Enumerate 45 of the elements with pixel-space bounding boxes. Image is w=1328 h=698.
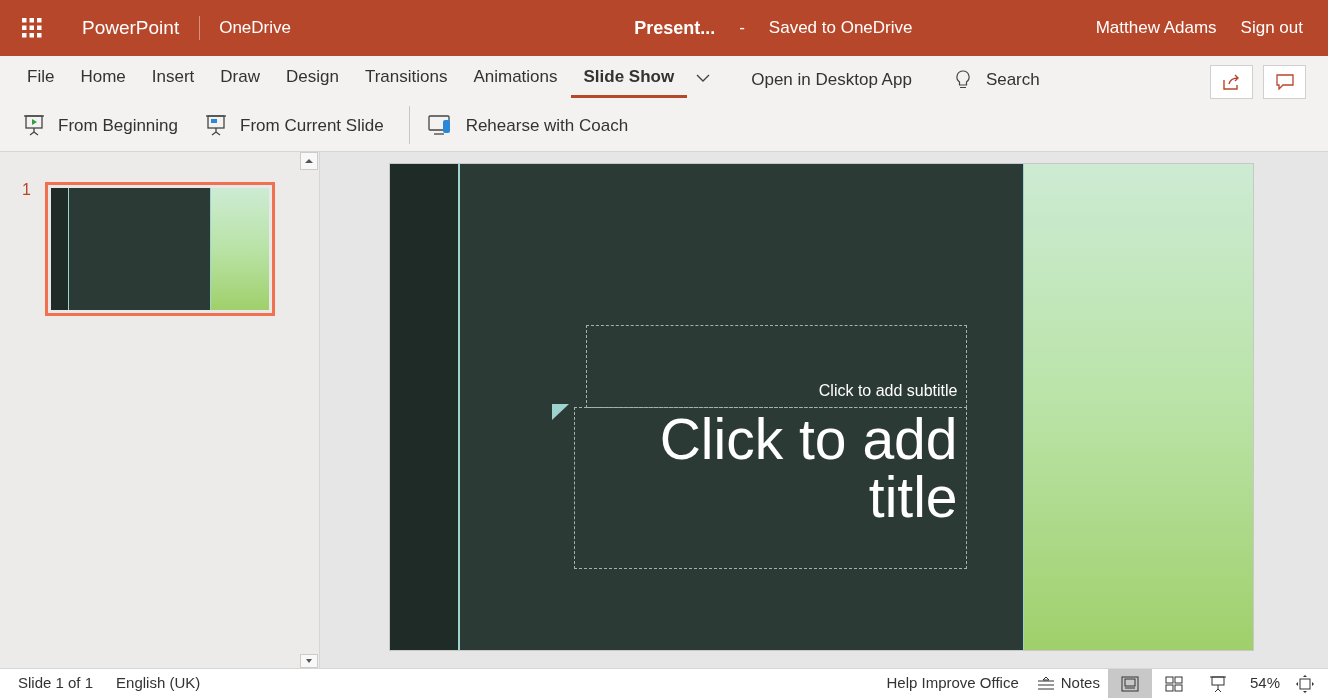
chevron-down-icon[interactable]: [695, 72, 712, 83]
ribbon-tab[interactable]: Draw: [207, 57, 273, 98]
language-button[interactable]: English (UK): [116, 672, 201, 695]
ribbon-tab[interactable]: Animations: [460, 57, 571, 98]
share-button[interactable]: [1210, 64, 1253, 99]
slide-thumbnail[interactable]: [44, 182, 275, 316]
ribbon-tab[interactable]: Slide Show: [570, 57, 688, 98]
app-name[interactable]: PowerPoint: [82, 16, 201, 40]
comment-icon: [1275, 73, 1294, 90]
title-separator: -: [739, 17, 745, 40]
scroll-up-icon[interactable]: [300, 152, 318, 170]
ribbon-command-button[interactable]: Rehearse with Coach: [418, 105, 638, 146]
presenter-icon: [1208, 674, 1227, 693]
document-title[interactable]: Present...: [634, 14, 716, 42]
view-button[interactable]: [1107, 669, 1152, 698]
open-desktop-app-button[interactable]: Open in Desktop App: [751, 67, 912, 93]
scroll-down-icon[interactable]: [300, 654, 318, 668]
slide-number: 1: [22, 182, 31, 198]
zoom-level-button[interactable]: 54%: [1249, 672, 1280, 695]
help-improve-link[interactable]: Help Improve Office: [886, 672, 1019, 695]
lightbulb-icon: [954, 69, 971, 90]
ribbon-tab[interactable]: Home: [67, 57, 139, 98]
slide-count: Slide 1 of 1: [18, 673, 94, 694]
ribbon-tab[interactable]: Insert: [138, 57, 208, 98]
search-button[interactable]: Search: [985, 67, 1040, 93]
notes-button[interactable]: Notes: [1036, 672, 1100, 695]
user-name[interactable]: Matthew Adams: [1095, 15, 1217, 41]
ribbon-command-button[interactable]: From Beginning: [22, 105, 194, 146]
projector-slide-icon: [204, 113, 228, 138]
triangle-shape: [551, 404, 569, 420]
location-link[interactable]: OneDrive: [219, 15, 291, 41]
projector-play-icon: [22, 113, 46, 138]
ribbon-tab[interactable]: Design: [272, 57, 352, 98]
sign-out-link[interactable]: Sign out: [1240, 15, 1303, 41]
subtitle-placeholder[interactable]: Click to add subtitle: [585, 325, 967, 408]
ribbon-tab[interactable]: File: [14, 57, 68, 98]
ribbon-tab[interactable]: Transitions: [351, 57, 461, 98]
ribbon-command-button[interactable]: From Current Slide: [194, 105, 400, 146]
fit-to-window-icon[interactable]: [1296, 674, 1314, 693]
grid-view-icon: [1164, 675, 1183, 692]
notes-icon: [1036, 676, 1055, 691]
normal-view-icon: [1120, 675, 1139, 692]
comments-button[interactable]: [1263, 64, 1306, 99]
save-status: Saved to OneDrive: [768, 17, 913, 40]
title-placeholder[interactable]: Click to add title: [573, 407, 967, 569]
